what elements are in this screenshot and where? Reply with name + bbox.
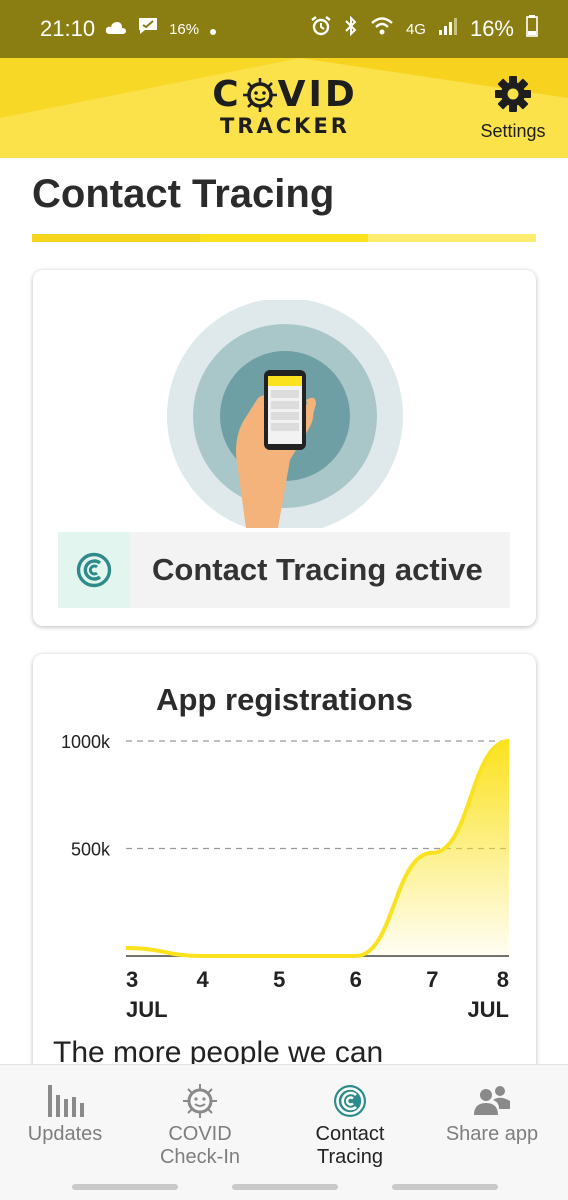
nav-contact-tracing-label-line2: Tracing [317, 1146, 383, 1168]
status-time: 21:10 [40, 16, 96, 41]
chart-x-tick-sublabel: JUL [126, 997, 168, 1022]
title-underline [32, 234, 536, 242]
contact-tracing-icon [334, 1085, 366, 1117]
alarm-icon [310, 15, 332, 43]
contact-tracing-status-text: Contact Tracing active [152, 552, 483, 587]
page-title: Contact Tracing [32, 172, 335, 216]
chart-x-tick-sublabel: JUL [467, 997, 509, 1022]
status-icon-box [58, 532, 130, 608]
nav-updates-label: Updates [27, 1123, 103, 1145]
bar-chart-icon [48, 1085, 84, 1117]
app-registrations-card: App registrations 500k 1000k 3 JUL 4 5 6 7 8 JUL … [33, 654, 536, 1074]
nav-contact-tracing-label-line1: Contact [315, 1123, 385, 1145]
message-icon [137, 16, 159, 42]
network-type: 4G [405, 20, 426, 38]
contact-tracing-status-card: Contact Tracing active [33, 270, 536, 626]
phone-in-hand-illustration [167, 300, 403, 528]
chart-x-tick-label: 8 [497, 967, 509, 992]
dot-icon [209, 16, 217, 42]
battery-icon [526, 15, 538, 43]
cloud-icon [105, 16, 127, 42]
wifi-icon [370, 16, 394, 42]
nav-covid-check-in-label-line2: Check-In [159, 1146, 241, 1168]
status-left: 21:10 16% [40, 16, 217, 42]
logo-letter-c: C [212, 74, 242, 115]
app-header: C VID TRACKER Settings [0, 58, 568, 158]
chart-y-tick-label: 1000k [61, 732, 111, 752]
logo-covid: C VID [210, 76, 360, 114]
virus-icon [242, 78, 277, 112]
system-nav-recents[interactable] [392, 1184, 498, 1190]
chart-x-tick-label: 5 [273, 967, 285, 992]
chart-x-tick-label: 7 [426, 967, 438, 992]
settings-button[interactable]: Settings [476, 74, 550, 142]
nav-covid-check-in[interactable]: COVID Check-In [150, 1083, 250, 1169]
chart-x-tick-label: 3 [126, 967, 138, 992]
status-right: 4G 16% [310, 15, 538, 43]
contact-tracing-icon [76, 552, 112, 588]
nav-covid-check-in-label-line1: COVID [168, 1123, 232, 1145]
status-notif-percent: 16% [169, 20, 200, 38]
gear-icon [495, 76, 531, 112]
system-nav-home[interactable] [232, 1184, 338, 1190]
chart-x-tick-label: 6 [350, 967, 362, 992]
chart-x-tick-label: 4 [196, 967, 209, 992]
app-registrations-chart: 500k 1000k 3 JUL 4 5 6 7 8 JUL [61, 732, 510, 1022]
logo-tracker: TRACKER [220, 114, 350, 138]
logo-letters-vid: VID [277, 74, 358, 115]
bluetooth-icon [344, 15, 358, 43]
title-underline-segment [368, 234, 536, 242]
nav-contact-tracing[interactable]: Contact Tracing [300, 1083, 400, 1169]
system-nav-back[interactable] [72, 1184, 178, 1190]
signal-icon [438, 16, 458, 42]
nav-share-app[interactable]: Share app [440, 1083, 544, 1146]
nav-share-app-label: Share app [445, 1123, 539, 1145]
title-underline-segment [32, 234, 200, 242]
bottom-navigation: Updates COVID Check-In Contact Tracing S… [0, 1064, 568, 1200]
nav-updates[interactable]: Updates [20, 1083, 110, 1146]
status-bar: 21:10 16% 4G 16% [0, 0, 568, 58]
virus-icon [183, 1084, 217, 1118]
battery-percent: 16% [469, 16, 514, 41]
title-underline-segment [200, 234, 368, 242]
people-icon [474, 1086, 510, 1115]
app-logo: C VID TRACKER [210, 76, 360, 139]
contact-tracing-status-row: Contact Tracing active [58, 532, 510, 608]
settings-label: Settings [480, 121, 546, 141]
chart-y-tick-label: 500k [71, 840, 111, 860]
